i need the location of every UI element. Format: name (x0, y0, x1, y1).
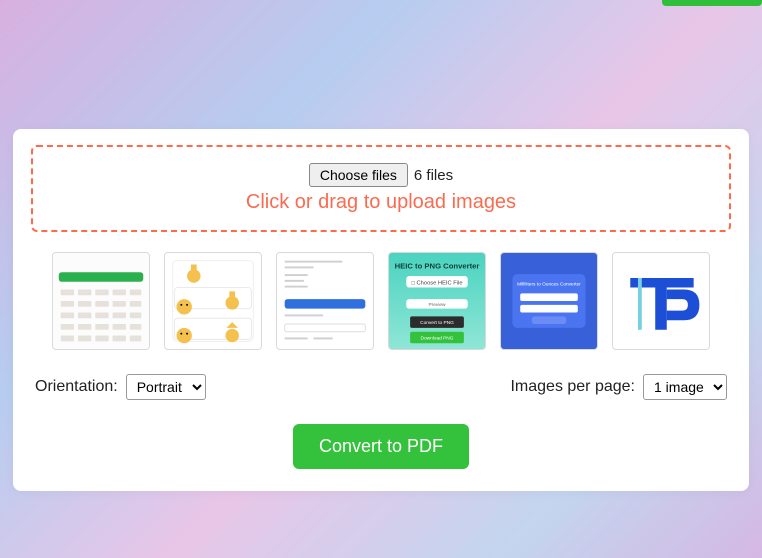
svg-text:Milliliters to Ounces Converte: Milliliters to Ounces Converter (517, 282, 581, 288)
per-page-control: Images per page: 1 image (510, 374, 727, 400)
orientation-select[interactable]: Portrait (126, 374, 206, 400)
choose-files-button[interactable]: Choose files (309, 163, 408, 187)
thumbnail-image: Milliliters to Ounces Converter (501, 253, 597, 349)
thumbnail-image (613, 253, 709, 349)
per-page-label: Images per page: (510, 378, 635, 396)
thumbnail-image: HEIC to PNG Converter □ Choose HEIC File… (389, 253, 485, 349)
thumbnail-image (277, 253, 373, 349)
svg-text:HEIC to PNG Converter: HEIC to PNG Converter (395, 261, 480, 270)
convert-button[interactable]: Convert to PDF (293, 424, 469, 469)
thumbnail-item[interactable] (164, 252, 262, 350)
thumbnail-item[interactable] (612, 252, 710, 350)
converter-panel: Choose files 6 files Click or drag to up… (13, 129, 749, 491)
header-accent-bar (662, 0, 762, 6)
upload-dropzone[interactable]: Choose files 6 files Click or drag to up… (31, 145, 731, 232)
orientation-control: Orientation: Portrait (35, 374, 206, 400)
orientation-label: Orientation: (35, 378, 118, 396)
thumbnail-strip: HEIC to PNG Converter □ Choose HEIC File… (31, 252, 731, 350)
thumbnail-image (165, 253, 261, 349)
convert-row: Convert to PDF (31, 424, 731, 469)
svg-text:Download PNG: Download PNG (421, 335, 454, 341)
thumbnail-item[interactable] (52, 252, 150, 350)
thumbnail-item[interactable] (276, 252, 374, 350)
svg-text:Preview: Preview (428, 302, 446, 308)
per-page-select[interactable]: 1 image (643, 374, 727, 400)
options-row: Orientation: Portrait Images per page: 1… (31, 374, 731, 400)
drop-instruction-text: Click or drag to upload images (49, 191, 713, 214)
svg-text:□ Choose HEIC File: □ Choose HEIC File (411, 281, 462, 287)
svg-text:Convert to PNG: Convert to PNG (420, 320, 454, 326)
thumbnail-item[interactable]: Milliliters to Ounces Converter (500, 252, 598, 350)
thumbnail-item[interactable]: HEIC to PNG Converter □ Choose HEIC File… (388, 252, 486, 350)
file-input-row: Choose files 6 files (49, 163, 713, 187)
thumbnail-image (53, 253, 149, 349)
file-count-text: 6 files (414, 167, 453, 184)
